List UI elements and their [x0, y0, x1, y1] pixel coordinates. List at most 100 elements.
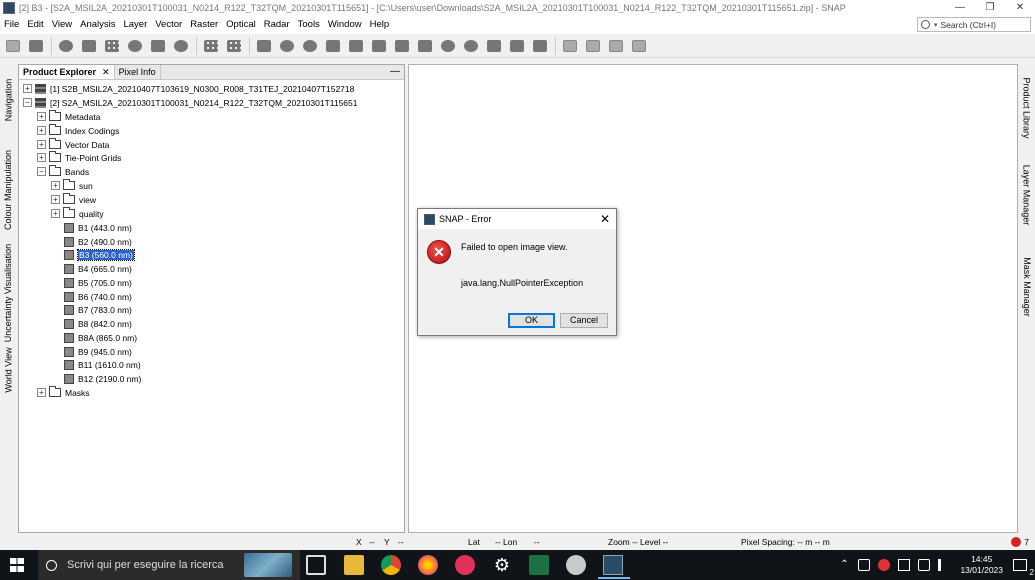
collapse-toggle[interactable]: − [37, 167, 46, 176]
line-tool-icon[interactable] [370, 37, 388, 55]
tie-point-icon[interactable] [225, 37, 243, 55]
expand-toggle[interactable]: + [37, 388, 46, 397]
tree-group-tie-point-grids[interactable]: + Tie-Point Grids [37, 151, 121, 164]
select-tool-icon[interactable] [255, 37, 273, 55]
zoom-tool-icon[interactable] [301, 37, 319, 55]
ok-button[interactable]: OK [508, 313, 555, 328]
tree-bandgroup-view[interactable]: + view [51, 193, 96, 206]
side-tab-navigation[interactable]: Navigation [0, 68, 17, 132]
menu-file[interactable]: File [0, 16, 23, 34]
side-tab-uncertainty-visualisation[interactable]: Uncertainty Visualisation [0, 238, 17, 348]
chrome-icon[interactable] [381, 555, 401, 575]
tree-band-b12[interactable]: B12 (2190.0 nm) [64, 372, 141, 385]
tree-group-masks[interactable]: + Masks [37, 386, 90, 399]
close-icon[interactable]: ✕ [102, 67, 110, 78]
tree-band-b7[interactable]: B7 (783.0 nm) [64, 303, 132, 316]
excel-icon[interactable] [529, 555, 549, 575]
menu-window[interactable]: Window [324, 16, 366, 34]
side-tab-world-view[interactable]: World View [0, 347, 17, 392]
pin-tool-icon[interactable] [324, 37, 342, 55]
menu-view[interactable]: View [48, 16, 76, 34]
clock[interactable]: 14:45 13/01/2023 [960, 554, 1003, 576]
tree-band-b11[interactable]: B11 (1610.0 nm) [64, 358, 141, 371]
close-window-button[interactable]: ✕ [1005, 0, 1035, 16]
menu-edit[interactable]: Edit [23, 16, 47, 34]
restore-button[interactable]: ❐ [975, 0, 1005, 16]
tree-product-2[interactable]: − [2] S2A_MSIL2A_20210301T100031_N0214_R… [23, 96, 358, 109]
cancel-button[interactable]: Cancel [560, 313, 608, 328]
snap-taskbar-icon[interactable] [598, 555, 630, 579]
save-product-icon[interactable] [27, 37, 45, 55]
expand-toggle[interactable]: + [51, 209, 60, 218]
tree-band-b8[interactable]: B8 (842.0 nm) [64, 317, 132, 330]
search-input[interactable]: ▾ Search (Ctrl+I) [917, 17, 1031, 32]
antivirus-icon[interactable] [878, 559, 891, 571]
polygon-tool-icon[interactable] [439, 37, 457, 55]
tray-overflow-icon[interactable]: ⌃ [838, 559, 850, 571]
menu-layer[interactable]: Layer [119, 16, 151, 34]
tree-group-metadata[interactable]: + Metadata [37, 110, 100, 123]
gcp-pin-icon[interactable] [126, 37, 144, 55]
minimize-panel-button[interactable]: — [390, 66, 400, 78]
expand-toggle[interactable]: + [37, 112, 46, 121]
tab-product-explorer[interactable]: Product Explorer ✕ [19, 65, 115, 79]
tree-bandgroup-sun[interactable]: + sun [51, 179, 93, 192]
menu-analysis[interactable]: Analysis [76, 16, 119, 34]
side-tab-product-library[interactable]: Product Library [1018, 70, 1035, 146]
collapse-toggle[interactable]: − [23, 98, 32, 107]
tree-band-b2[interactable]: B2 (490.0 nm) [64, 235, 132, 248]
range-finder-icon[interactable] [485, 37, 503, 55]
task-view-icon[interactable] [306, 555, 326, 575]
file-explorer-icon[interactable] [344, 555, 364, 575]
ellipse-tool-icon[interactable] [462, 37, 480, 55]
sync-cursor-icon[interactable] [508, 37, 526, 55]
menu-tools[interactable]: Tools [294, 16, 324, 34]
screen-recorder-icon[interactable] [455, 555, 475, 575]
app-icon[interactable] [566, 555, 586, 575]
menu-help[interactable]: Help [366, 16, 394, 34]
tile-single-icon[interactable] [630, 37, 648, 55]
tree-product-1[interactable]: + [1] S2B_MSIL2A_20210407T103619_N0300_R… [23, 82, 354, 95]
tree-group-index-codings[interactable]: + Index Codings [37, 124, 119, 137]
dialog-close-button[interactable]: ✕ [594, 212, 616, 226]
error-notification-button[interactable]: 7 [1011, 537, 1029, 547]
tree-group-bands[interactable]: − Bands [37, 165, 89, 178]
open-product-icon[interactable] [4, 37, 22, 55]
magic-wand-icon[interactable] [149, 37, 167, 55]
collocate-icon[interactable] [202, 37, 220, 55]
volume-icon[interactable] [938, 559, 950, 571]
tree-bandgroup-quality[interactable]: + quality [51, 207, 104, 220]
filtered-band-icon[interactable] [80, 37, 98, 55]
tree-band-b6[interactable]: B6 (740.0 nm) [64, 290, 132, 303]
minimize-button[interactable]: — [945, 0, 975, 16]
tree-band-b9[interactable]: B9 (945.0 nm) [64, 345, 132, 358]
band-maths-icon[interactable] [57, 37, 75, 55]
windows-start-icon[interactable] [10, 558, 24, 572]
side-tab-layer-manager[interactable]: Layer Manager [1018, 160, 1035, 230]
menu-radar[interactable]: Radar [260, 16, 294, 34]
gcp-tool-icon[interactable] [347, 37, 365, 55]
settings-gear-icon[interactable]: ⚙ [492, 555, 512, 575]
tree-band-b8a[interactable]: B8A (865.0 nm) [64, 331, 137, 344]
tray-app-icon[interactable] [858, 559, 871, 571]
expand-toggle[interactable]: + [37, 140, 46, 149]
network-icon[interactable] [918, 559, 931, 571]
pan-tool-icon[interactable] [278, 37, 296, 55]
tree-band-b4[interactable]: B4 (665.0 nm) [64, 262, 132, 275]
expand-toggle[interactable]: + [51, 181, 60, 190]
polyline-tool-icon[interactable] [393, 37, 411, 55]
measure-tool-icon[interactable] [531, 37, 549, 55]
menu-raster[interactable]: Raster [186, 16, 222, 34]
tile-evenly-icon[interactable] [561, 37, 579, 55]
tile-vertical-icon[interactable] [607, 37, 625, 55]
rectangle-tool-icon[interactable] [416, 37, 434, 55]
tree-band-b5[interactable]: B5 (705.0 nm) [64, 276, 132, 289]
battery-icon[interactable] [898, 559, 911, 571]
tab-pixel-info[interactable]: Pixel Info [115, 65, 161, 79]
expand-toggle[interactable]: + [51, 195, 60, 204]
side-tab-mask-manager[interactable]: Mask Manager [1018, 252, 1035, 322]
tile-horizontal-icon[interactable] [584, 37, 602, 55]
menu-vector[interactable]: Vector [151, 16, 186, 34]
notification-center-icon[interactable]: 2 [1013, 559, 1034, 577]
tree-band-b3[interactable]: B3 (560.0 nm) [64, 248, 135, 261]
